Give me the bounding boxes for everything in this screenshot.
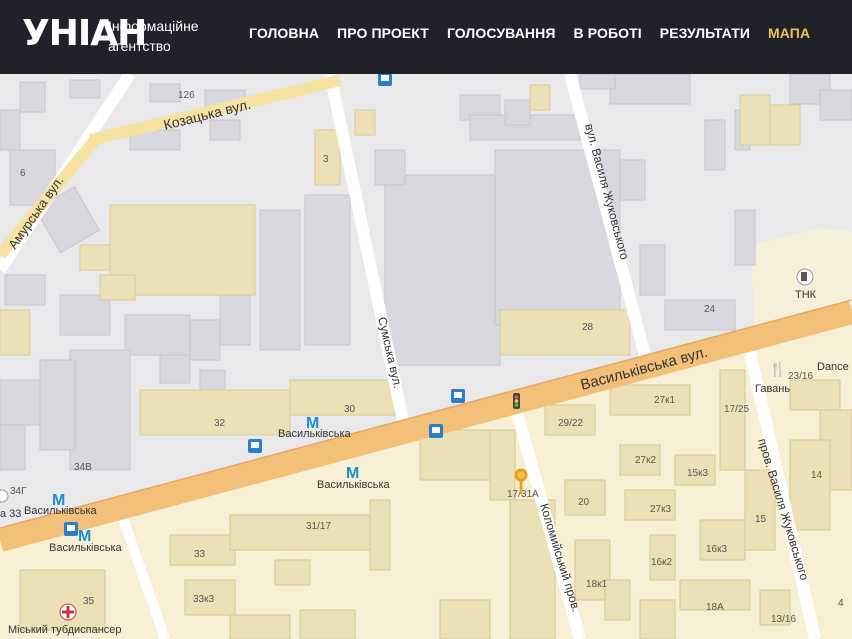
house-number: 20 (578, 497, 590, 508)
house-number: 23/16 (788, 371, 813, 382)
house-number: 34Г (10, 486, 27, 497)
house-number: 3 (323, 154, 329, 165)
house-number: 18к1 (586, 579, 607, 590)
nav-item-home[interactable]: ГОЛОВНА (249, 25, 319, 41)
bus-stop-icon[interactable] (451, 389, 465, 403)
house-number: 27к3 (650, 504, 671, 515)
house-number: 33к3 (193, 594, 214, 605)
house-number: 27к2 (635, 455, 656, 466)
poi-label-havan: Гавань (755, 383, 790, 395)
house-number: 6 (20, 168, 26, 179)
house-number: 18А (706, 602, 724, 613)
metro-label: Васильківська (24, 505, 98, 517)
poi-label-tnk: ТНК (795, 289, 817, 301)
house-number: 16к3 (706, 544, 727, 555)
house-number: 15к3 (687, 468, 708, 479)
site-header: УНІАН Інформаційне агентство ГОЛОВНА ПРО… (0, 0, 852, 74)
nav-item-about[interactable]: ПРО ПРОЕКТ (337, 25, 429, 41)
metro-label: Васильківська (278, 428, 352, 440)
house-number: 17/31А (507, 489, 539, 500)
bus-stop-icon[interactable] (248, 439, 262, 453)
metro-label: Васильківська (317, 479, 391, 491)
bus-stop-icon[interactable] (64, 522, 78, 536)
house-number: 29/22 (558, 418, 583, 429)
poi-label-tubdispanser: Міський тубдиспансер (8, 624, 122, 636)
house-number: 32 (214, 418, 226, 429)
house-number: 4 (838, 598, 844, 609)
map-canvas[interactable]: Козацька вул. Амурська вул. Сумська вул.… (0, 74, 852, 639)
house-number: 30 (344, 404, 356, 415)
tagline-line-2: агентство (108, 38, 171, 54)
house-number: 31/17 (306, 521, 331, 532)
house-number: 14 (811, 470, 823, 481)
metro-label: Васильківська (49, 542, 123, 554)
house-number: 33 (194, 549, 206, 560)
nav-item-map[interactable]: МАПА (768, 25, 810, 41)
tagline: Інформаційне агентство (108, 16, 199, 56)
cafe-icon (0, 489, 9, 503)
bus-stop-icon[interactable] (378, 74, 392, 86)
poi-label-dance: Dance (817, 361, 849, 373)
house-number: 28 (582, 322, 594, 333)
house-number: 17/25 (724, 404, 749, 415)
house-number: 24 (704, 304, 716, 315)
main-nav: ГОЛОВНА ПРО ПРОЕКТ ГОЛОСУВАННЯ В РОБОТІ … (249, 25, 810, 41)
traffic-light-icon (513, 393, 520, 409)
house-number: 16к2 (651, 557, 672, 568)
house-number: 126 (178, 90, 195, 101)
house-number: 35 (83, 596, 95, 607)
poi-label-a33: а 33 (0, 508, 21, 520)
bus-stop-icon[interactable] (429, 424, 443, 438)
house-number: 13/16 (771, 614, 796, 625)
restaurant-icon: 🍴 (769, 361, 786, 378)
nav-item-in-progress[interactable]: В РОБОТІ (574, 25, 642, 41)
house-number: 15 (755, 514, 767, 525)
house-number: 27к1 (654, 395, 675, 406)
house-number: 34В (74, 462, 92, 473)
nav-item-results[interactable]: РЕЗУЛЬТАТИ (660, 25, 750, 41)
tagline-line-1: Інформаційне (108, 18, 199, 34)
nav-item-voting[interactable]: ГОЛОСУВАННЯ (447, 25, 556, 41)
